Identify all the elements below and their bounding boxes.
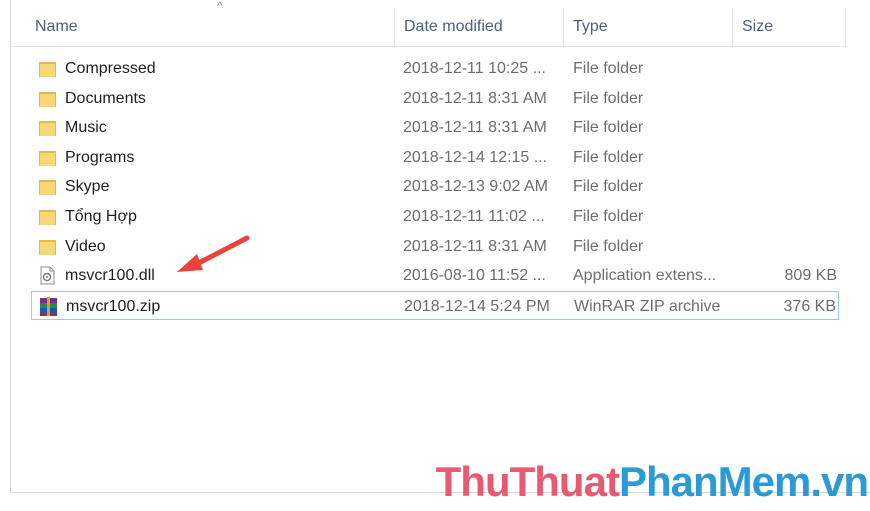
column-header-name[interactable]: Name ^ bbox=[25, 0, 395, 46]
file-name: Tổng Hợp bbox=[65, 208, 137, 225]
file-row[interactable]: Music 2018-12-11 8:31 AM File folder bbox=[31, 113, 839, 142]
file-size: 809 KB bbox=[784, 267, 837, 285]
folder-icon bbox=[39, 177, 56, 196]
file-type: File folder bbox=[573, 119, 644, 137]
file-date-modified: 2018-12-11 10:25 ... bbox=[403, 60, 546, 77]
watermark-logo: ThuThuatPhanMem.vn bbox=[435, 458, 869, 506]
watermark-part2: PhanMem bbox=[618, 458, 811, 505]
column-header-date-modified[interactable]: Date modified bbox=[394, 8, 564, 46]
file-type: File folder bbox=[573, 178, 644, 196]
file-name: Skype bbox=[65, 178, 110, 196]
file-date-modified: 2018-12-13 9:02 AM bbox=[403, 178, 548, 196]
winrar-archive-icon bbox=[40, 296, 57, 316]
column-header-name-label: Name bbox=[35, 18, 78, 35]
file-name: msvcr100.zip bbox=[66, 297, 161, 315]
file-size: 376 KB bbox=[783, 297, 836, 315]
folder-icon bbox=[39, 59, 56, 78]
watermark-part1: ThuThuat bbox=[435, 458, 620, 505]
folder-icon bbox=[39, 148, 56, 167]
file-list-pane: Name ^ Date modified Type Size Compresse… bbox=[10, 0, 870, 493]
file-type: File folder bbox=[573, 60, 644, 77]
folder-icon bbox=[39, 207, 56, 226]
file-date-modified: 2018-12-11 8:31 AM bbox=[403, 237, 547, 255]
file-row[interactable]: Tổng Hợp 2018-12-11 11:02 ... File folder bbox=[31, 202, 839, 231]
file-date-modified: 2018-12-14 5:24 PM bbox=[404, 297, 550, 315]
file-name: msvcr100.dll bbox=[65, 267, 155, 285]
file-date-modified: 2018-12-14 12:15 ... bbox=[403, 148, 548, 166]
file-row[interactable]: Video 2018-12-11 8:31 AM File folder bbox=[31, 232, 839, 261]
folder-icon bbox=[39, 237, 56, 256]
file-row[interactable]: Documents 2018-12-11 8:31 AM File folder bbox=[31, 84, 839, 113]
file-name: Documents bbox=[65, 89, 146, 107]
file-name: Compressed bbox=[65, 60, 156, 77]
file-type: Application extens... bbox=[573, 267, 717, 285]
dll-file-icon bbox=[39, 266, 56, 285]
folder-icon bbox=[39, 89, 56, 108]
file-row[interactable]: msvcr100.zip 2018-12-14 5:24 PM WinRAR ZIP… bbox=[31, 290, 839, 320]
file-row[interactable]: msvcr100.dll 2016-08-10 11:52 ... Applicat… bbox=[31, 261, 839, 290]
file-row[interactable]: Compressed 2018-12-11 10:25 ... File folde… bbox=[31, 54, 839, 83]
file-date-modified: 2018-12-11 8:31 AM bbox=[403, 89, 547, 107]
column-header-bar: Name ^ Date modified Type Size bbox=[11, 0, 847, 47]
file-row[interactable]: Programs 2018-12-14 12:15 ... File folder bbox=[31, 143, 839, 172]
file-date-modified: 2018-12-11 8:31 AM bbox=[403, 119, 547, 137]
watermark-part3: .vn bbox=[810, 458, 869, 505]
file-type: File folder bbox=[573, 237, 644, 255]
column-header-size[interactable]: Size bbox=[732, 8, 846, 46]
file-date-modified: 2018-12-11 11:02 ... bbox=[403, 208, 545, 225]
file-row[interactable]: Skype 2018-12-13 9:02 AM File folder bbox=[31, 172, 839, 201]
column-header-type[interactable]: Type bbox=[563, 8, 733, 46]
folder-icon bbox=[39, 118, 56, 137]
file-name: Programs bbox=[65, 148, 135, 166]
file-type: WinRAR ZIP archive bbox=[574, 297, 721, 315]
file-name: Music bbox=[65, 119, 107, 137]
sort-ascending-icon: ^ bbox=[217, 0, 223, 13]
annotation-arrow-icon bbox=[177, 235, 250, 272]
file-type: File folder bbox=[573, 89, 644, 107]
file-type: File folder bbox=[573, 148, 644, 166]
file-date-modified: 2016-08-10 11:52 ... bbox=[403, 267, 546, 285]
file-type: File folder bbox=[573, 208, 644, 225]
file-name: Video bbox=[65, 237, 106, 255]
